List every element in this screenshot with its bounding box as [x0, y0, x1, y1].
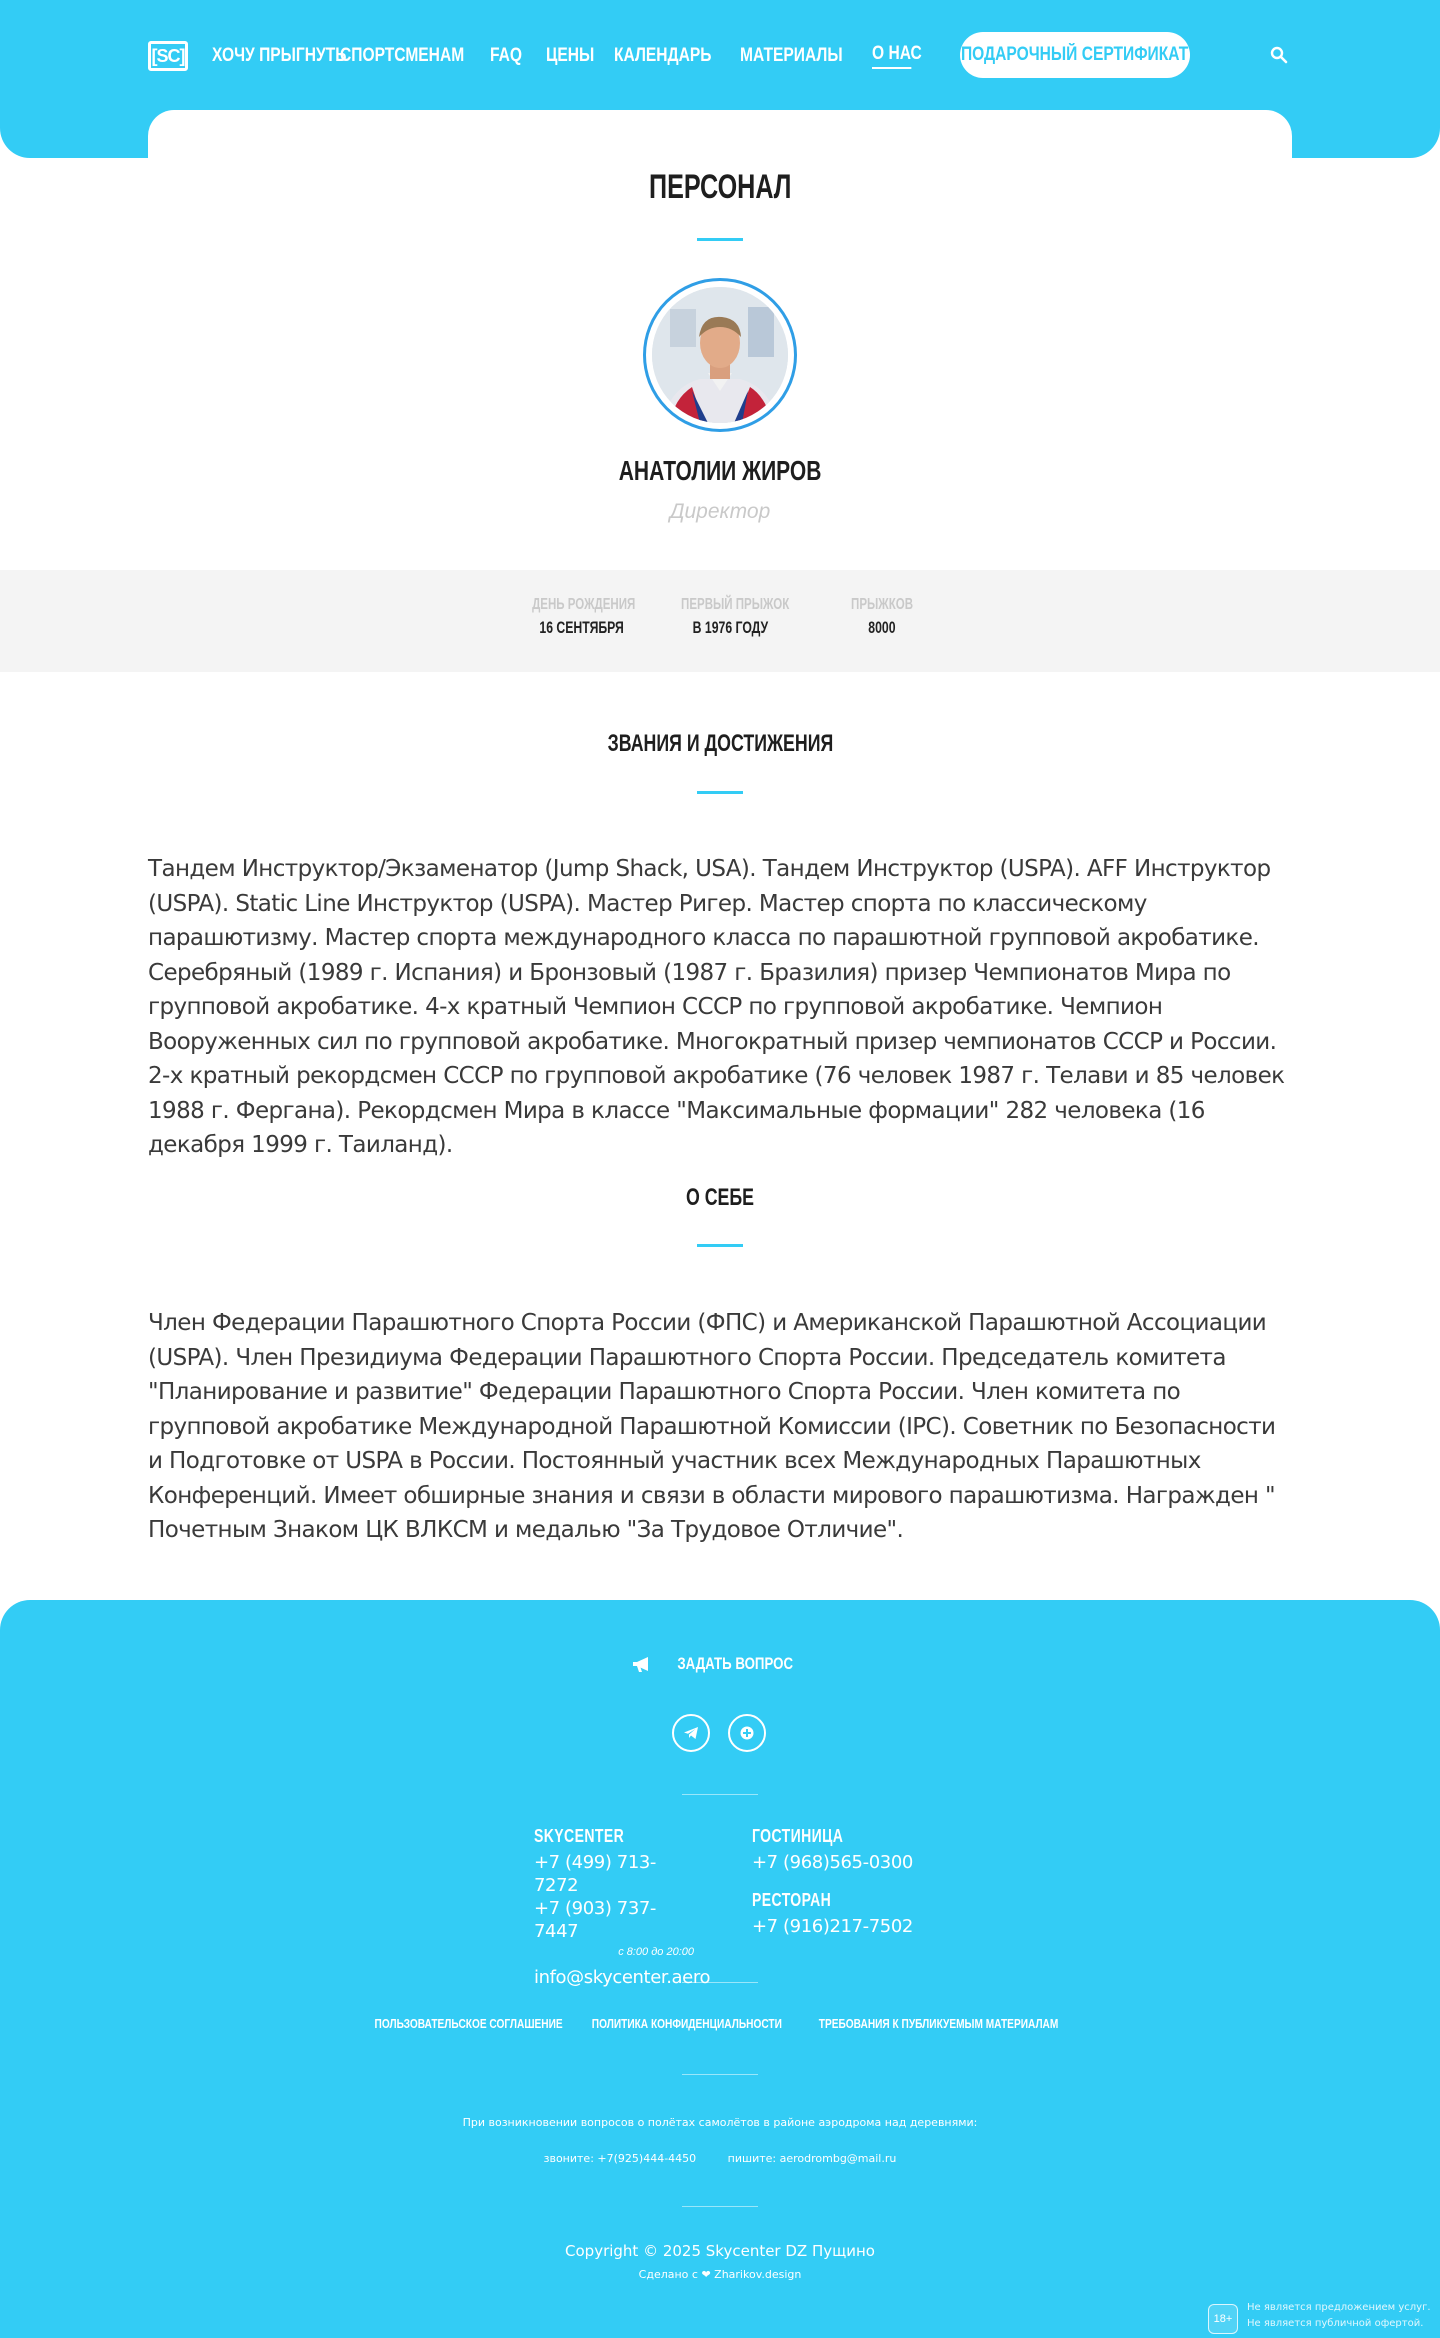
stat-value-text: в 1976 году — [692, 618, 768, 637]
footer-divider — [682, 2074, 758, 2075]
stat-value: 8000 — [822, 618, 942, 638]
phone-2[interactable]: +7 (903) 737-7447 — [534, 1897, 694, 1943]
nav-item-prices[interactable]: Цены — [546, 45, 595, 67]
person-role: Директор — [669, 500, 771, 523]
title-underline — [697, 238, 743, 241]
hotel-phone[interactable]: +7 (968)565-0300 — [752, 1851, 932, 1874]
achievements-title: ЗВАНИЯ И ДОСТИЖЕНИЯ — [0, 730, 1440, 758]
footer-divider — [682, 1794, 758, 1795]
nav-item-about[interactable]: О нас — [872, 43, 922, 69]
ask-question[interactable]: Задать вопрос — [0, 1654, 1440, 1678]
social-circle-icon[interactable] — [728, 1714, 766, 1752]
site-footer: Задать вопрос SKYCENTER +7 (499) 713-727… — [0, 1600, 1440, 2338]
nav-item-calendar[interactable]: Календарь — [614, 45, 711, 67]
contacts-hotel: ГОСТИНИЦА +7 (968)565-0300 РЕСТОРАН +7 (… — [752, 1826, 932, 1938]
ask-question-link[interactable]: Задать вопрос — [631, 1654, 809, 1674]
stat-label: Первый прыжок — [681, 596, 790, 613]
nav-item-faq[interactable]: FAQ — [490, 45, 529, 67]
gift-certificate-button[interactable]: Подарочный сертификат — [960, 32, 1190, 78]
working-hours: с 8:00 до 20:00 — [618, 1946, 694, 1958]
achievements-text: Тандем Инструктор/Экзаменатор (Jump Shac… — [148, 856, 1285, 1158]
stat-label: Прыжков — [851, 596, 913, 613]
nav-item-athletes[interactable]: Спортсменам — [340, 45, 464, 67]
email-link[interactable]: info@skycenter.aero — [534, 1966, 710, 1989]
ask-question-label: Задать вопрос — [677, 1654, 793, 1673]
stat-value: 16 сентября — [512, 618, 652, 638]
stat-value: в 1976 году — [660, 618, 800, 638]
achievements-underline — [697, 791, 743, 794]
stat-value-text: 16 сентября — [539, 618, 625, 637]
about-underline — [697, 1244, 743, 1247]
stat-birthday: День рождения 16 сентября — [512, 596, 652, 638]
search-icon[interactable] — [1270, 46, 1288, 64]
page-title-text: ПЕРСОНАЛ — [648, 168, 792, 206]
avatar — [643, 278, 797, 432]
about-title: О СЕБЕ — [0, 1184, 1440, 1212]
stat-jumps: Прыжков 8000 — [822, 596, 942, 638]
content-card-top — [148, 110, 1292, 170]
person-name: АНАТОЛИИ ЖИРОВ — [0, 455, 1440, 487]
footer-divider — [682, 2206, 758, 2207]
avatar-photo — [652, 287, 788, 423]
megaphone-icon — [632, 1657, 648, 1672]
offer-line-2: Не является публичной офертой. — [1247, 2318, 1424, 2329]
airfield-notice: При возникновении вопросов о полётах сам… — [462, 2116, 978, 2129]
legal-links: Пользовательское соглашение Политика кон… — [0, 2016, 1440, 2031]
offer-disclaimer: Не является предложением услуг. Не являе… — [1247, 2300, 1431, 2332]
airfield-contacts: звоните: +7(925)444-4450 пишите: aerodro… — [0, 2152, 1440, 2165]
legal-link-privacy[interactable]: Политика конфиденциальности — [592, 2016, 782, 2031]
stat-first-jump: Первый прыжок в 1976 году — [660, 596, 800, 638]
age-badge: 18+ — [1208, 2304, 1238, 2334]
contacts-skycenter: SKYCENTER +7 (499) 713-7272 +7 (903) 737… — [534, 1826, 710, 1989]
social-links — [672, 1714, 766, 1752]
hotel-heading: ГОСТИНИЦА — [752, 1826, 844, 1846]
page-title: ПЕРСОНАЛ — [0, 168, 1440, 207]
person-photo-icon — [652, 287, 788, 423]
offer-line-1: Не является предложением услуг. — [1247, 2302, 1431, 2313]
about-title-text: О СЕБЕ — [685, 1184, 755, 1211]
person-name-text: АНАТОЛИИ ЖИРОВ — [618, 455, 822, 486]
restaurant-phone[interactable]: +7 (916)217-7502 — [752, 1915, 932, 1938]
nav-item-materials[interactable]: Материалы — [740, 45, 843, 67]
telegram-icon[interactable] — [672, 1714, 710, 1752]
about-text: Член Федерации Парашютного Спорта России… — [148, 1310, 1276, 1543]
stat-value-text: 8000 — [868, 618, 896, 637]
notice-write[interactable]: пишите: aerodrombg@mail.ru — [728, 2152, 897, 2165]
logo[interactable]: [SC] — [148, 41, 188, 71]
achievements-title-text: ЗВАНИЯ И ДОСТИЖЕНИЯ — [607, 730, 833, 757]
legal-link-requirements[interactable]: Требования к публикуемым материалам — [818, 2016, 1058, 2031]
legal-link-agreement[interactable]: Пользовательское соглашение — [375, 2016, 563, 2031]
restaurant-heading: РЕСТОРАН — [752, 1890, 832, 1910]
notice-call[interactable]: звоните: +7(925)444-4450 — [544, 2152, 697, 2165]
phone-1[interactable]: +7 (499) 713-7272 — [534, 1851, 694, 1897]
copyright: Copyright © 2025 Skycenter DZ Пущино — [565, 2242, 875, 2260]
main-nav: [SC] Хочу прыгнуть Спортсменам FAQ Цены … — [148, 30, 1292, 82]
stats-band: День рождения 16 сентября Первый прыжок … — [0, 570, 1440, 672]
made-by[interactable]: Сделано с ❤ Zharikov.design — [0, 2268, 1440, 2281]
footer-divider — [682, 1982, 758, 1983]
nav-item-jump[interactable]: Хочу прыгнуть — [212, 45, 346, 67]
skycenter-heading: SKYCENTER — [534, 1826, 625, 1846]
stat-label: День рождения — [532, 596, 636, 613]
gift-certificate-label: Подарочный сертификат — [961, 44, 1189, 65]
